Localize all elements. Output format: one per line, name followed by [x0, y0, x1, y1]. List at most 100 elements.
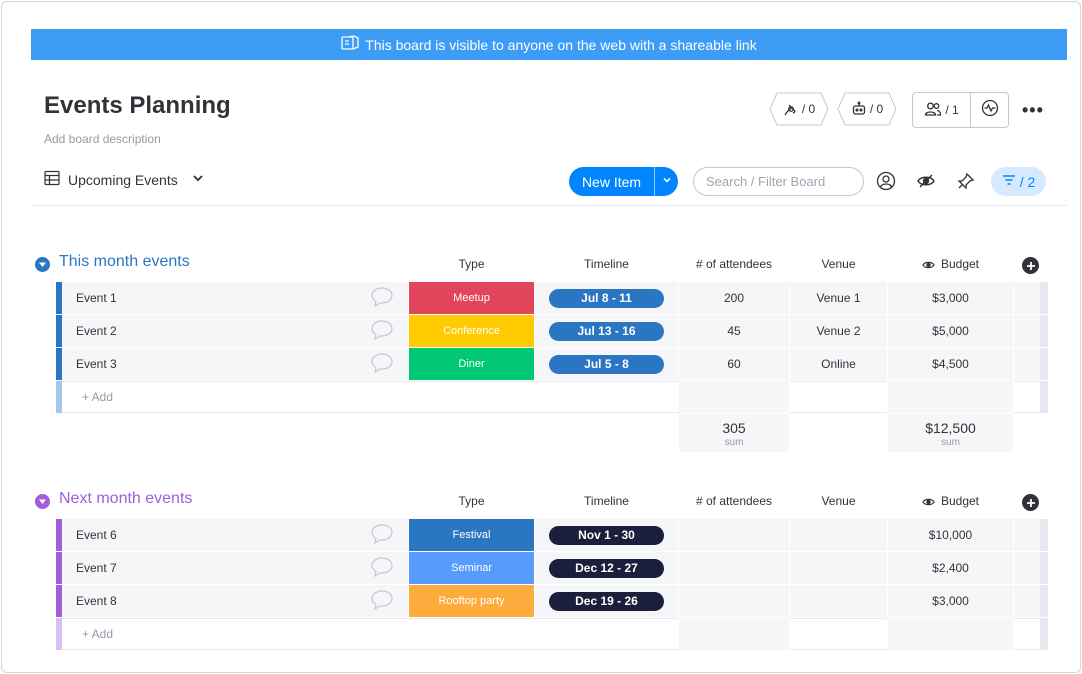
add-column-icon[interactable]: [1022, 494, 1039, 511]
timeline-cell[interactable]: Dec 19 - 26: [535, 585, 678, 617]
person-filter-icon[interactable]: [875, 170, 897, 192]
attendees-cell[interactable]: 200: [679, 282, 789, 314]
activity-button[interactable]: [971, 99, 1008, 122]
comment-icon[interactable]: [370, 589, 394, 614]
venue-cell[interactable]: [790, 585, 887, 617]
board-title[interactable]: Events Planning: [44, 92, 231, 120]
comment-icon[interactable]: [370, 556, 394, 581]
budget-cell[interactable]: $5,000: [888, 315, 1013, 347]
budget-cell[interactable]: $3,000: [888, 585, 1013, 617]
column-header-venue[interactable]: Venue: [790, 494, 887, 508]
column-header-budget[interactable]: Budget: [888, 257, 1013, 271]
members-count: / 1: [945, 103, 959, 117]
add-item-input[interactable]: + Add: [62, 618, 679, 650]
type-status-cell[interactable]: Diner: [409, 348, 534, 380]
board-description[interactable]: Add board description: [44, 132, 161, 146]
table-row[interactable]: Event 2 Conference Jul 13 - 16 45 Venue …: [31, 315, 1067, 347]
type-status-cell[interactable]: Conference: [409, 315, 534, 347]
automations-button[interactable]: / 0: [837, 92, 897, 126]
add-item-row[interactable]: + Add: [31, 381, 1067, 413]
toolbar-divider: [31, 205, 1067, 206]
column-header-venue[interactable]: Venue: [790, 257, 887, 271]
item-name-cell[interactable]: Event 7: [62, 552, 408, 584]
attendees-cell[interactable]: [679, 519, 789, 551]
members-button[interactable]: / 1: [913, 93, 971, 127]
venue-cell[interactable]: [790, 519, 887, 551]
column-header-type[interactable]: Type: [409, 494, 534, 508]
budget-cell[interactable]: $3,000: [888, 282, 1013, 314]
item-name-cell[interactable]: Event 8: [62, 585, 408, 617]
timeline-cell[interactable]: Jul 5 - 8: [535, 348, 678, 380]
timeline-cell[interactable]: Dec 12 - 27: [535, 552, 678, 584]
type-status-cell[interactable]: Seminar: [409, 552, 534, 584]
new-item-dropdown[interactable]: [654, 167, 678, 196]
add-item-input[interactable]: + Add: [62, 381, 679, 413]
comment-icon[interactable]: [370, 319, 394, 344]
add-row-end-cell: [1014, 618, 1040, 650]
table-row[interactable]: Event 7 Seminar Dec 12 - 27 $2,400: [31, 552, 1067, 584]
column-header-type[interactable]: Type: [409, 257, 534, 271]
column-header-attendees[interactable]: # of attendees: [679, 257, 789, 271]
filter-button[interactable]: / 2: [991, 167, 1046, 196]
type-status-cell[interactable]: Rooftop party: [409, 585, 534, 617]
item-name: Event 3: [76, 357, 117, 371]
row-scroll-edge: [1040, 519, 1048, 551]
group-header: This month events Type Timeline # of att…: [31, 249, 1067, 279]
table-row[interactable]: Event 8 Rooftop party Dec 19 - 26 $3,000: [31, 585, 1067, 617]
budget-cell[interactable]: $10,000: [888, 519, 1013, 551]
column-header-attendees[interactable]: # of attendees: [679, 494, 789, 508]
integrations-button[interactable]: / 0: [769, 92, 829, 126]
timeline-cell[interactable]: Jul 8 - 11: [535, 282, 678, 314]
group-collapse-icon[interactable]: [35, 494, 50, 509]
budget-cell[interactable]: $2,400: [888, 552, 1013, 584]
column-header-budget[interactable]: Budget: [888, 494, 1013, 508]
comment-icon[interactable]: [370, 352, 394, 377]
row-end-cell: [1014, 348, 1040, 380]
timeline-pill: Dec 19 - 26: [549, 591, 664, 611]
chevron-down-icon: [190, 170, 206, 189]
item-name-cell[interactable]: Event 1: [62, 282, 408, 314]
attendees-cell[interactable]: [679, 552, 789, 584]
timeline-cell[interactable]: Nov 1 - 30: [535, 519, 678, 551]
item-name-cell[interactable]: Event 3: [62, 348, 408, 380]
group-title[interactable]: This month events: [59, 253, 190, 271]
timeline-cell[interactable]: Jul 13 - 16: [535, 315, 678, 347]
group-collapse-icon[interactable]: [35, 257, 50, 272]
comment-icon[interactable]: [370, 523, 394, 548]
pin-icon[interactable]: [955, 170, 977, 192]
venue-cell[interactable]: Venue 2: [790, 315, 887, 347]
more-options-icon[interactable]: •••: [1022, 100, 1044, 121]
view-selector[interactable]: Upcoming Events: [44, 170, 206, 189]
add-column-icon[interactable]: [1022, 257, 1039, 274]
attendees-cell[interactable]: 60: [679, 348, 789, 380]
item-name: Event 1: [76, 291, 117, 305]
row-end-cell: [1014, 282, 1040, 314]
attendees-cell[interactable]: 45: [679, 315, 789, 347]
search-input[interactable]: [693, 167, 864, 196]
venue-cell[interactable]: Venue 1: [790, 282, 887, 314]
table-row[interactable]: Event 6 Festival Nov 1 - 30 $10,000: [31, 519, 1067, 551]
row-scroll-edge: [1040, 315, 1048, 347]
add-row-attendees-cell: [679, 618, 789, 650]
venue-cell[interactable]: Online: [790, 348, 887, 380]
type-status-cell[interactable]: Meetup: [409, 282, 534, 314]
column-header-timeline[interactable]: Timeline: [535, 494, 678, 508]
add-item-row[interactable]: + Add: [31, 618, 1067, 650]
share-banner-text: This board is visible to anyone on the w…: [365, 36, 757, 53]
share-banner: This board is visible to anyone on the w…: [31, 29, 1067, 60]
comment-icon[interactable]: [370, 286, 394, 311]
attendees-cell[interactable]: [679, 585, 789, 617]
table-row[interactable]: Event 3 Diner Jul 5 - 8 60 Online $4,500: [31, 348, 1067, 380]
table-row[interactable]: Event 1 Meetup Jul 8 - 11 200 Venue 1 $3…: [31, 282, 1067, 314]
item-name-cell[interactable]: Event 2: [62, 315, 408, 347]
timeline-pill: Jul 8 - 11: [549, 288, 664, 308]
item-name-cell[interactable]: Event 6: [62, 519, 408, 551]
view-name: Upcoming Events: [68, 171, 178, 188]
venue-cell[interactable]: [790, 552, 887, 584]
type-status-cell[interactable]: Festival: [409, 519, 534, 551]
budget-cell[interactable]: $4,500: [888, 348, 1013, 380]
new-item-button[interactable]: New Item: [569, 174, 654, 190]
group-title[interactable]: Next month events: [59, 490, 192, 508]
column-header-timeline[interactable]: Timeline: [535, 257, 678, 271]
hide-columns-icon[interactable]: [915, 170, 937, 192]
